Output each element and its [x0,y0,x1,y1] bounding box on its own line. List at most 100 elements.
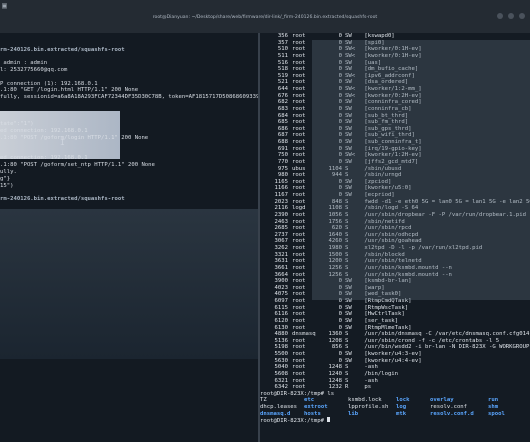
directory-entry: lib [348,410,359,417]
process-pid: 5608 [274,370,288,377]
terminal-line: P connection (1): 192.168.0.1 [0,80,98,87]
process-row: 356 root 0 SW [kswapd0] [260,33,530,40]
ls-row: TZ etc ksmbd.lock lock overlay run [260,397,530,404]
process-user: root [292,384,306,391]
process-stat: SW [345,33,352,39]
process-pid: 2023 [274,198,288,205]
process-pid: 3661 [274,264,288,271]
process-vsz: 856 [331,344,342,351]
terminal-prompt: root@DIR-823X:/tmp# [260,417,530,424]
directory-entry: hosts [304,410,321,417]
process-stat: SW [345,304,352,311]
maximize-button[interactable] [508,13,514,19]
process-pid: 5198 [274,344,288,351]
process-pid: 511 [277,52,288,59]
process-pid: 770 [277,158,288,165]
process-row: 5630 root 0 SW [kworker/u4:4-ev] [260,358,530,365]
file-entry: TZ [260,397,267,404]
directory-entry: etc [304,397,315,404]
process-pid: 6116 [274,311,288,318]
process-pid: 3900 [274,278,288,285]
process-user: dnsmasq [292,331,316,338]
process-pid: 750 [277,152,288,159]
terminal-line: admin : admin [0,60,48,67]
process-pid: 3321 [274,251,288,258]
minimize-button[interactable] [497,13,503,19]
directory-entry: overlay [430,397,454,404]
window-titlebar: ▣ root@Dianyuan: ~/Desktop/share/web/fir… [0,0,530,33]
process-pid: 684 [277,112,288,119]
process-cmd: /usr/bin/wsdd2 -i br-lan -N DIR-823X -G … [364,344,530,351]
process-cmd: /usr/sbin/dnsmasq -C /var/etc/dnsmasq.co… [364,331,530,338]
process-stat: SW [345,357,352,364]
process-pid: 521 [277,79,288,86]
process-cmd: [RtmpMlmeTask] [361,324,412,331]
terminal-line: ed connection: 192.168.0.1 [0,155,88,162]
process-pid: 3262 [274,245,288,251]
process-pid: 3067 [274,238,288,245]
background-window-dark [0,209,258,359]
process-vsz: 0 [338,351,342,357]
file-entry: ksmbd.lock [348,397,382,404]
process-cmd: ps [361,384,372,391]
process-pid: 4880 [274,331,288,338]
process-row: 5136 root 1208 S /usr/sbin/crond -f -c /etc… [260,338,530,345]
process-stat: SW [345,311,352,318]
process-vsz: 0 [338,324,342,331]
file-entry: lpprofile.sh [348,403,389,410]
process-row: 5608 root 1240 S /bin/login [260,371,530,378]
process-pid: 6115 [274,304,288,311]
process-pid: 1165 [274,178,288,185]
process-row: 6130 root 0 SW [RtmpMlmeTask] [260,325,530,332]
directory-entry: resolv.conf.d [430,410,474,417]
process-vsz: 1208 [328,337,342,344]
process-pid: 2463 [274,218,288,225]
process-vsz: 0 [338,311,342,318]
directory-entry: mtk [396,410,407,417]
terminal-icon[interactable]: ▣ [2,1,11,10]
process-pid: 519 [277,72,288,79]
process-cmd: [ser_task] [361,317,399,324]
process-vsz: 0 [338,33,342,39]
process-vsz: 1248 [328,364,342,371]
process-user: root [292,344,306,351]
background-window-overlay [312,40,530,300]
terminal-line: ully. [0,168,17,175]
process-pid: 2685 [274,225,288,232]
process-pid: 5630 [274,357,288,364]
left-terminal-output: rm-240126.bin.extracted/squashfs-root ad… [0,33,258,203]
process-stat: SW [345,324,352,331]
process-cmd: /bin/login [361,370,399,377]
process-pid: 4023 [274,284,288,291]
process-cmd: [kworker/u4:4-ev] [361,357,422,364]
process-row: 6115 root 0 SW [RtmpWscTask] [260,305,530,312]
process-pid: 6097 [274,298,288,304]
process-pid: 357 [277,39,288,46]
process-row: 6342 root 1232 R ps [260,384,530,391]
close-button[interactable] [519,13,525,19]
process-vsz: 0 [338,357,342,364]
process-row: 5198 root 856 S /usr/bin/wsdd2 -i br-lan -N… [260,344,530,351]
process-vsz: 0 [338,317,342,324]
left-terminal-pane[interactable]: rm-240126.bin.extracted/squashfs-root ad… [0,33,258,442]
process-stat: S [345,331,349,338]
process-stat: R [345,384,349,391]
process-cmd: [kworker/u4:3-ev] [361,351,422,357]
process-stat: S [345,370,349,377]
cursor-block [327,417,331,423]
process-pid: 975 [277,165,288,172]
process-pid: 6130 [274,324,288,331]
process-cmd: /usr/sbin/crond -f -c /etc/crontabs -l 5 [361,337,500,344]
process-pid: 518 [277,66,288,73]
process-cmd: [RtmpWscTask] [361,304,409,311]
directory-entry: log [396,403,407,410]
terminal-line: tate":"1") [0,121,34,128]
file-entry: dhcp.leases [260,403,298,410]
process-row: 5040 root 1248 S -ash [260,364,530,371]
terminal-line: g"} [0,175,11,182]
process-user: root [292,33,306,39]
terminal-line: .1:80 "POST /goform/login HTTP/1.1" 200 … [0,134,149,141]
